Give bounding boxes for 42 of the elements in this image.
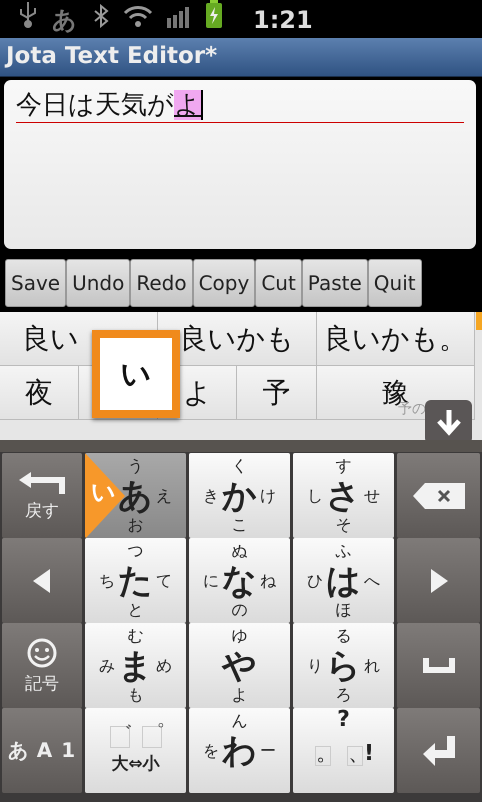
cursor-left-key[interactable] (2, 538, 82, 623)
undo-key[interactable]: 戻す (2, 453, 82, 538)
signal-icon (167, 6, 191, 28)
candidate-word[interactable]: 良いかも。 (316, 312, 475, 366)
down-arrow-icon (436, 408, 462, 436)
kana-key[interactable]: ゆ や よ (189, 623, 290, 708)
space-key[interactable] (397, 623, 480, 708)
toolbar-button[interactable]: Quit (368, 259, 422, 307)
toolbar-button[interactable]: Save (5, 259, 66, 307)
key-preview-tooltip: い (92, 330, 180, 418)
usb-icon (18, 0, 38, 28)
smiley-icon (26, 636, 58, 668)
toolbar-button[interactable]: Redo (130, 259, 193, 307)
space-icon (420, 656, 456, 674)
scroll-indicator (476, 312, 482, 330)
enter-icon (420, 734, 456, 766)
toolbar-button[interactable]: Cut (255, 259, 302, 307)
window-title: Jota Text Editor* (6, 43, 218, 69)
wifi-icon (123, 4, 153, 28)
clock: 1:21 (253, 6, 313, 34)
bluetooth-icon (93, 4, 109, 28)
dakuten-key[interactable]: ゛ ゜ 大⇔小 (85, 708, 186, 793)
right-arrow-icon (428, 568, 448, 594)
toolbar-button[interactable]: Copy (192, 259, 256, 307)
input-mode-indicator: あ (52, 6, 77, 34)
punctuation-key[interactable]: ? 。 、! (293, 708, 394, 793)
candidate-word[interactable]: 良いかも (158, 312, 317, 366)
battery-icon (205, 0, 223, 28)
backspace-icon (410, 480, 466, 510)
collapse-button[interactable] (425, 400, 472, 440)
back-arrow-icon (17, 470, 67, 496)
symbol-key[interactable]: 記号 (2, 623, 82, 708)
cursor-right-key[interactable] (397, 538, 480, 623)
left-arrow-icon (32, 568, 52, 594)
toolbar-button[interactable]: Undo (66, 259, 130, 307)
candidate-word[interactable]: 夜 (0, 366, 80, 420)
candidate-word[interactable]: 予 (237, 366, 317, 420)
toolbar-button[interactable]: Paste (302, 259, 368, 307)
enter-key[interactable] (397, 708, 480, 793)
backspace-key[interactable] (397, 453, 480, 538)
mode-key[interactable]: あ A 1 (2, 708, 82, 793)
text-editor[interactable]: 今日は天気がよ (4, 80, 476, 249)
